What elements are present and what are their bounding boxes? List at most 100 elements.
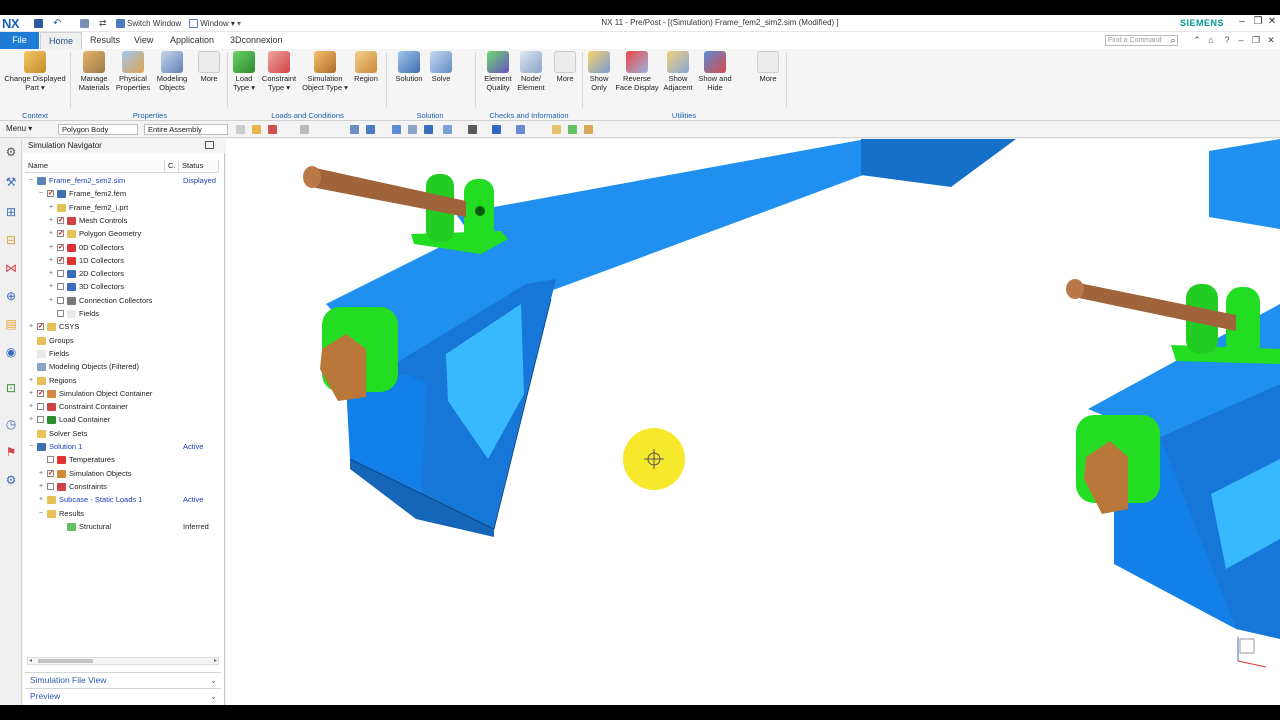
tree-row[interactable]: + Constraint Container <box>23 400 220 413</box>
assembly-navigator-icon[interactable]: ⊞ <box>4 205 18 219</box>
settings-icon[interactable]: ⚙ <box>4 145 18 159</box>
preview-panel[interactable]: Preview ⌄ <box>25 688 221 703</box>
more-checks-button[interactable]: More <box>551 51 579 84</box>
expand-toggle-icon[interactable]: + <box>47 280 55 293</box>
edit-section-icon[interactable] <box>552 125 561 134</box>
scope-select[interactable]: Entire Assembly <box>144 124 228 135</box>
tree-row[interactable]: + Constraints <box>23 480 220 493</box>
clip-icon[interactable] <box>516 125 525 134</box>
expand-toggle-icon[interactable]: + <box>27 413 35 426</box>
reverse-face-display-button[interactable]: Reverse Face Display <box>614 51 660 92</box>
expand-toggle-icon[interactable]: − <box>27 174 35 187</box>
tree-row[interactable]: + ✓ Simulation Object Container <box>23 387 220 400</box>
reuse-library-icon[interactable]: ⊕ <box>4 289 18 303</box>
visibility-checkbox[interactable] <box>37 403 44 411</box>
tree-row[interactable]: + ✓ Simulation Objects <box>23 467 220 480</box>
tree-row[interactable]: Structural Inferred <box>23 520 220 533</box>
minimize-icon[interactable]: – <box>1234 16 1250 30</box>
tree-row[interactable]: + ✓ 0D Collectors <box>23 241 220 254</box>
column-name[interactable]: Name <box>25 160 165 173</box>
tree-row[interactable]: + Frame_fem2_i.prt <box>23 201 220 214</box>
constraint-navigator-icon[interactable]: ⊟ <box>4 233 18 247</box>
expand-toggle-icon[interactable]: + <box>47 254 55 267</box>
column-c[interactable]: C. <box>165 160 179 173</box>
restore-doc-icon[interactable]: ❐ <box>1251 35 1261 45</box>
fit-icon[interactable] <box>392 125 401 134</box>
tree-row[interactable]: − Results <box>23 507 220 520</box>
expand-toggle-icon[interactable]: + <box>27 374 35 387</box>
tree-row[interactable]: + ✓ Polygon Geometry <box>23 227 220 240</box>
more-utilities-button[interactable]: More <box>754 51 782 84</box>
modeling-objects-button[interactable]: Modeling Objects <box>153 51 191 92</box>
tab-home[interactable]: Home <box>40 32 83 49</box>
tree-row[interactable]: + Connection Collectors <box>23 294 220 307</box>
wireframe-icon[interactable] <box>350 125 359 134</box>
simulation-object-type-button[interactable]: Simulation Object Type ▾ <box>301 51 349 92</box>
visibility-checkbox[interactable] <box>57 310 64 317</box>
home-icon[interactable]: ⌂ <box>1206 35 1216 45</box>
graphics-window[interactable] <box>226 139 1280 705</box>
close-icon[interactable]: ✕ <box>1264 16 1280 30</box>
expand-toggle-icon[interactable]: + <box>47 241 55 254</box>
horizontal-scrollbar[interactable]: ◂ ▸ <box>27 657 219 665</box>
tree-row[interactable]: − Solution 1 Active <box>23 440 220 453</box>
view-cube-icon[interactable] <box>492 125 501 134</box>
visibility-checkbox[interactable]: ✓ <box>57 243 64 251</box>
snap-icon[interactable] <box>236 125 245 134</box>
show-hide-toolbar-icon[interactable] <box>568 125 577 134</box>
visibility-checkbox[interactable]: ✓ <box>57 256 64 264</box>
tab-file[interactable]: File <box>0 32 39 49</box>
tree-row[interactable]: Modeling Objects (Filtered) <box>23 360 220 373</box>
expand-toggle-icon[interactable]: + <box>37 480 45 493</box>
simulation-navigator-icon[interactable]: ⚒ <box>4 175 18 189</box>
scroll-left-icon[interactable]: ◂ <box>29 657 32 664</box>
history-icon[interactable]: ◷ <box>4 417 18 431</box>
show-adjacent-button[interactable]: Show Adjacent <box>661 51 695 92</box>
constraint-type-button[interactable]: Constraint Type ▾ <box>259 51 299 92</box>
tree-row[interactable]: + ✓ CSYS <box>23 320 220 333</box>
search-icon[interactable]: ⌕ <box>1168 35 1178 45</box>
render-style-icon[interactable] <box>468 125 477 134</box>
visibility-checkbox[interactable] <box>57 296 64 304</box>
close-doc-icon[interactable]: ✕ <box>1266 35 1276 45</box>
node-element-button[interactable]: Node/ Element <box>516 51 546 92</box>
chevron-up-icon[interactable]: ⌃ <box>1192 35 1202 45</box>
select-icon[interactable] <box>268 125 277 134</box>
expand-toggle-icon[interactable]: − <box>27 440 35 453</box>
roles-icon[interactable]: ▤ <box>4 317 18 331</box>
tree-row[interactable]: Temperatures <box>23 453 220 466</box>
visibility-checkbox[interactable]: ✓ <box>37 323 44 331</box>
more-properties-button[interactable]: More <box>194 51 224 84</box>
visibility-checkbox[interactable]: ✓ <box>47 190 54 198</box>
solve-button[interactable]: Solve <box>428 51 454 84</box>
model-view[interactable] <box>226 139 1280 705</box>
deselect-icon[interactable] <box>300 125 309 134</box>
tree-row[interactable]: + ✓ 1D Collectors <box>23 254 220 267</box>
tab-view[interactable]: View <box>126 32 161 49</box>
tree-row[interactable]: Groups <box>23 334 220 347</box>
tree-row[interactable]: Fields <box>23 307 220 320</box>
scroll-right-icon[interactable]: ▸ <box>214 657 217 664</box>
tab-application[interactable]: Application <box>162 32 222 49</box>
tree-row[interactable]: +2D Collectors <box>23 267 220 280</box>
tree-row[interactable]: + ✓ Mesh Controls <box>23 214 220 227</box>
tree-row[interactable]: − Frame_fem2_sim2.sim Displayed <box>23 174 220 187</box>
tree-row[interactable]: Solver Sets <box>23 427 220 440</box>
orient-view-icon[interactable] <box>443 125 452 134</box>
expand-toggle-icon[interactable]: + <box>37 493 45 506</box>
element-quality-button[interactable]: Element Quality <box>480 51 516 92</box>
zoom-icon[interactable] <box>408 125 417 134</box>
column-status[interactable]: Status <box>179 160 219 173</box>
visibility-checkbox[interactable] <box>57 283 64 291</box>
expand-toggle-icon[interactable]: + <box>27 320 35 333</box>
snap-point-icon[interactable] <box>252 125 261 134</box>
expand-toggle-icon[interactable]: + <box>47 201 55 214</box>
scroll-thumb[interactable] <box>38 659 93 663</box>
expand-toggle-icon[interactable]: + <box>47 227 55 240</box>
tree-row[interactable]: − ✓ Frame_fem2.fem <box>23 187 220 200</box>
manage-materials-button[interactable]: Manage Materials <box>75 51 113 92</box>
expand-toggle-icon[interactable]: + <box>27 387 35 400</box>
show-only-button[interactable]: Show Only <box>586 51 612 92</box>
expand-toggle-icon[interactable]: + <box>47 294 55 307</box>
visibility-checkbox[interactable]: ✓ <box>47 469 54 477</box>
